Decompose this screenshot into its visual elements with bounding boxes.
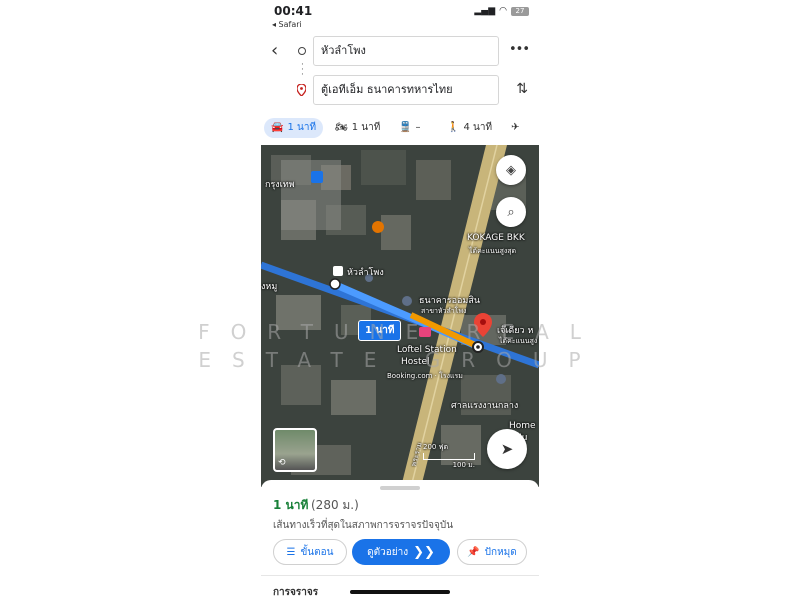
mode-flight[interactable]: ✈ (511, 118, 519, 138)
layers-icon: ◈ (506, 162, 516, 178)
sheet-divider (261, 575, 539, 576)
mode-transit-label: – (415, 122, 421, 133)
swap-route-icon[interactable]: ⇅ (516, 81, 528, 97)
map-label-kokage-sub: ได้คะแนนสูงสุด (469, 247, 517, 255)
origin-icon (298, 47, 306, 55)
search-icon: ⌕ (507, 204, 515, 220)
battery-icon: 27 (511, 6, 529, 16)
recenter-button[interactable]: ➤ (487, 429, 527, 469)
steps-button[interactable]: ☰ ขั้นตอน (273, 539, 347, 565)
more-options-icon[interactable]: ••• (509, 42, 530, 57)
mode-motorcycle[interactable]: 🏍 1 นาที (335, 118, 380, 138)
map-label-shrine[interactable]: ศาลแรงงานกลาง (451, 398, 518, 412)
map-label-nhum: งหมู (261, 282, 278, 292)
map-label-jay-diew[interactable]: เจ๊เดียว ห (497, 323, 533, 337)
mode-walk[interactable]: 🚶 4 นาที (447, 118, 492, 138)
summary-description: เส้นทางเร็วที่สุดในสภาพการจราจรปัจจุบัน (273, 520, 454, 531)
map-label-hualamphong[interactable]: หัวลำโพง (347, 265, 384, 279)
car-icon: 🚘 (271, 122, 284, 133)
map-label-bank-sub: สาขาหัวลำโพง (421, 307, 467, 315)
walk-icon: 🚶 (447, 122, 460, 133)
map-label-loftel[interactable]: Loftel Station (397, 345, 457, 355)
double-chevron-icon: ❯❯ (413, 544, 435, 560)
back-button[interactable]: ‹ (271, 40, 278, 61)
preview-button[interactable]: ดูตัวอย่าง ❯❯ (352, 539, 450, 565)
street-view-thumbnail[interactable]: ⟲ (273, 428, 317, 472)
steps-label: ขั้นตอน (300, 546, 334, 558)
map-label-kokage[interactable]: KOKAGE BKK (467, 233, 525, 243)
destination-input[interactable]: ตู้เอทีเอ็ม ธนาคารทหารไทย (313, 75, 499, 105)
map-scale: 200 ฟุต 100 ม. (423, 442, 475, 471)
back-to-app-link[interactable]: ◂ Safari (272, 20, 302, 29)
pin-button[interactable]: 📌 ปักหมุด (457, 539, 527, 565)
origin-input[interactable]: หัวลำโพง (313, 36, 499, 66)
mode-drive[interactable]: 🚘 1 นาที (264, 118, 324, 138)
street-view-rotate-icon: ⟲ (278, 458, 286, 468)
scale-feet: 200 ฟุต (423, 443, 449, 451)
travel-mode-bar: 🚘 1 นาที 🏍 1 นาที 🚆 – 🚶 4 นาที ✈ (261, 116, 539, 140)
motorcycle-icon: 🏍 (335, 122, 348, 133)
layers-button[interactable]: ◈ (496, 155, 526, 185)
wifi-icon: ◠ (499, 6, 507, 16)
summary-duration: 1 นาที (273, 498, 309, 512)
traffic-section-label: การจราจร (273, 587, 319, 598)
home-indicator[interactable] (350, 590, 450, 594)
map-label-bank[interactable]: ธนาคารออมสิน (419, 293, 480, 307)
mode-drive-label: 1 นาที (287, 122, 317, 133)
sheet-drag-handle[interactable] (380, 486, 420, 490)
destination-pin-icon (296, 83, 307, 99)
plane-icon: ✈ (511, 122, 520, 133)
train-icon: 🚆 (399, 122, 412, 133)
map-label-jay-sub: ได้คะแนนสูง (499, 337, 538, 345)
map-view[interactable]: กรุงเทพ KOKAGE BKK ได้คะแนนสูงสุด หัวลำโ… (261, 145, 539, 487)
map-label-booking: Booking.com · โรงแรม (387, 372, 463, 380)
preview-label: ดูตัวอย่าง (367, 546, 409, 558)
map-label-hostel: Hostel (401, 357, 430, 367)
search-button[interactable]: ⌕ (496, 197, 526, 227)
status-time: 00:41 (274, 4, 313, 18)
scale-meters: 100 ม. (452, 461, 475, 469)
route-duration-badge[interactable]: 1 นาที (358, 320, 402, 341)
scale-bar (423, 453, 475, 460)
mode-motorcycle-label: 1 นาที (351, 122, 381, 133)
status-icons: ▂▄▆ ◠ 27 (474, 6, 529, 16)
summary-distance: (280 ม.) (311, 498, 359, 512)
route-dots-icon: · · · (301, 60, 304, 80)
mode-walk-label: 4 นาที (463, 122, 493, 133)
signal-icon: ▂▄▆ (474, 6, 496, 16)
navigation-arrow-icon: ➤ (500, 440, 514, 458)
mode-transit[interactable]: 🚆 – (399, 118, 420, 138)
pin-label: ปักหมุด (484, 546, 517, 558)
pin-icon: 📌 (467, 546, 480, 558)
route-summary-sheet: 1 นาที (280 ม.) เส้นทางเร็วที่สุดในสภาพก… (261, 480, 539, 600)
phone-screen: 00:41 ◂ Safari ▂▄▆ ◠ 27 ‹ · · · หัวลำโพง ต… (261, 0, 539, 600)
map-label-bangkok: กรุงเทพ (265, 180, 295, 190)
list-icon: ☰ (286, 546, 296, 558)
